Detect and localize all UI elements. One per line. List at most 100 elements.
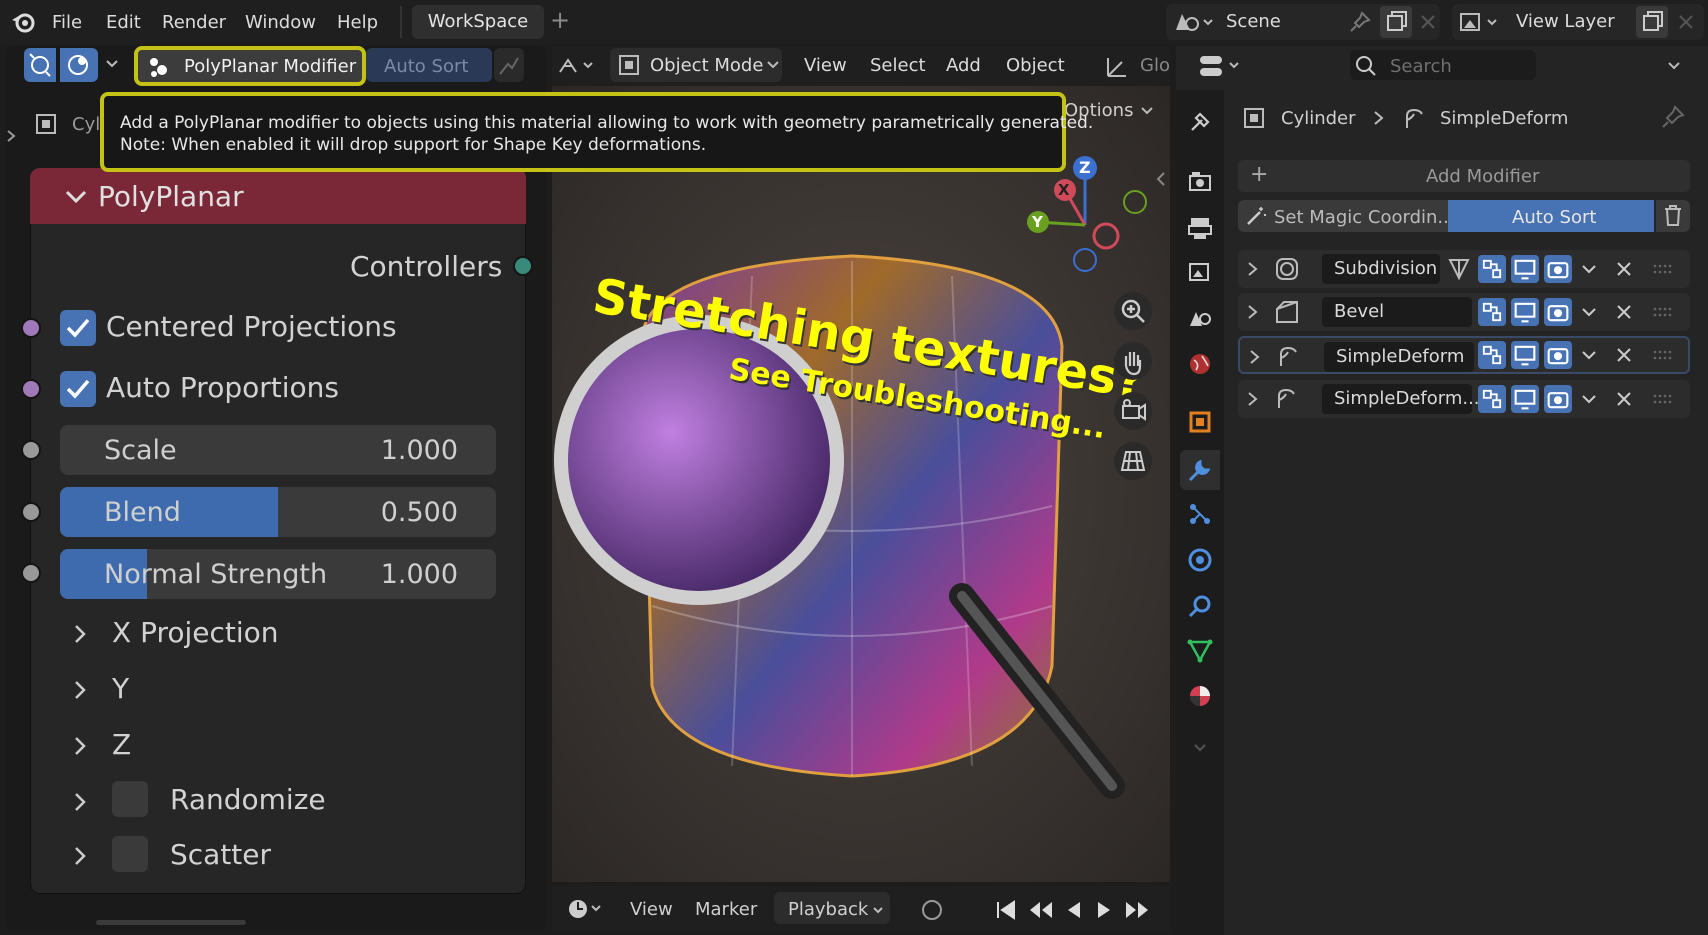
- scale-field[interactable]: Scale 1.000: [60, 425, 496, 475]
- scatter-checkbox[interactable]: [112, 836, 148, 872]
- edit-mode-icon[interactable]: [1478, 255, 1506, 283]
- grid-perspective-icon[interactable]: [1114, 442, 1152, 480]
- normal-strength-socket[interactable]: [21, 563, 41, 583]
- x-projection-panel[interactable]: X Projection: [112, 616, 279, 649]
- add-workspace-button[interactable]: +: [550, 6, 570, 34]
- blend-slider[interactable]: Blend 0.500: [60, 487, 496, 537]
- view-layer-tab-icon[interactable]: [1186, 258, 1214, 286]
- viewport-display-icon[interactable]: [1511, 385, 1539, 413]
- viewport-menu-object[interactable]: Object: [1006, 55, 1065, 76]
- centered-projections-checkbox[interactable]: [60, 310, 96, 346]
- sidebar-toggle-icon[interactable]: [4, 128, 18, 144]
- modifier-tab-active[interactable]: [1180, 450, 1220, 490]
- new-scene-button[interactable]: [1380, 6, 1412, 38]
- constraints-tab-icon[interactable]: [1186, 592, 1214, 620]
- pin-icon[interactable]: [1348, 10, 1372, 34]
- particles-tab-icon[interactable]: [1186, 500, 1214, 528]
- more-tabs-chevron-icon[interactable]: [1192, 740, 1208, 756]
- drag-handle-icon[interactable]: [1652, 305, 1674, 319]
- z-projection-expand-icon[interactable]: [70, 734, 90, 758]
- x-projection-expand-icon[interactable]: [70, 622, 90, 646]
- viewport-editor-type-icon[interactable]: [556, 52, 598, 80]
- transform-orientation-icon[interactable]: [1104, 54, 1130, 80]
- physics-tab-icon[interactable]: [1186, 546, 1214, 574]
- zoom-icon[interactable]: [1114, 292, 1152, 330]
- viewport-menu-select[interactable]: Select: [870, 55, 926, 76]
- view-layer-name[interactable]: View Layer: [1516, 11, 1615, 32]
- pan-hand-icon[interactable]: [1114, 342, 1152, 380]
- remove-modifier-close-icon[interactable]: [1614, 259, 1634, 279]
- modifier-menu-chevron-icon[interactable]: [1580, 390, 1598, 408]
- modifier-name-bevel[interactable]: Bevel: [1322, 297, 1472, 327]
- remove-modifier-close-icon[interactable]: [1614, 302, 1634, 322]
- viewport-display-icon[interactable]: [1511, 255, 1539, 283]
- drag-handle-icon[interactable]: [1652, 348, 1674, 362]
- auto-proportions-checkbox[interactable]: [60, 371, 96, 407]
- menu-window[interactable]: Window: [245, 12, 316, 33]
- record-icon[interactable]: [920, 898, 944, 922]
- menu-help[interactable]: Help: [337, 12, 378, 33]
- world-tab-icon[interactable]: [1186, 350, 1214, 378]
- auto-proportions-socket[interactable]: [21, 379, 41, 399]
- chevron-down-icon[interactable]: [104, 56, 120, 72]
- collapse-chevron-icon[interactable]: [64, 186, 88, 206]
- edit-mode-icon[interactable]: [1478, 298, 1506, 326]
- edit-mode-icon[interactable]: [1478, 385, 1506, 413]
- close-scene-icon[interactable]: [1416, 10, 1440, 34]
- pin-icon[interactable]: [1660, 104, 1686, 130]
- render-camera-icon[interactable]: [1544, 255, 1572, 283]
- menu-edit[interactable]: Edit: [106, 12, 141, 33]
- scene-name[interactable]: Scene: [1226, 11, 1281, 32]
- trash-icon[interactable]: [1656, 200, 1690, 232]
- controllers-output-socket[interactable]: [513, 256, 533, 276]
- drag-handle-icon[interactable]: [1652, 262, 1674, 276]
- modifier-name-simpledeform[interactable]: SimpleDeform: [1324, 342, 1474, 372]
- scatter-expand-icon[interactable]: [70, 844, 90, 868]
- blender-logo-icon[interactable]: [10, 10, 36, 34]
- y-projection-panel[interactable]: Y: [112, 672, 129, 705]
- tab-workspace[interactable]: WorkSpace: [412, 5, 544, 39]
- scale-socket[interactable]: [21, 440, 41, 460]
- timeline-editor-type-icon[interactable]: [566, 896, 606, 922]
- remove-modifier-close-icon[interactable]: [1614, 345, 1634, 365]
- output-tab-icon[interactable]: [1186, 214, 1214, 242]
- edit-mode-icon[interactable]: [1478, 341, 1506, 369]
- close-view-layer-icon[interactable]: [1674, 10, 1698, 34]
- horizontal-scrollbar[interactable]: [96, 920, 246, 925]
- transform-orientation-label[interactable]: Glo: [1140, 55, 1170, 76]
- viewport-menu-add[interactable]: Add: [946, 55, 981, 76]
- modifier-menu-chevron-icon[interactable]: [1580, 260, 1598, 278]
- render-tab-icon[interactable]: [1186, 168, 1214, 196]
- playback-controls[interactable]: [990, 896, 1166, 924]
- object-tab-icon[interactable]: [1186, 408, 1214, 436]
- render-camera-icon[interactable]: [1544, 385, 1572, 413]
- menu-file[interactable]: File: [52, 12, 82, 33]
- y-projection-expand-icon[interactable]: [70, 678, 90, 702]
- material-tab-icon[interactable]: [1186, 682, 1214, 710]
- timeline-menu-view[interactable]: View: [630, 899, 673, 920]
- chevron-down-icon[interactable]: [1666, 58, 1682, 74]
- camera-icon[interactable]: [1114, 392, 1152, 430]
- render-camera-icon[interactable]: [1544, 341, 1572, 369]
- menu-render[interactable]: Render: [162, 12, 226, 33]
- drag-handle-icon[interactable]: [1652, 392, 1674, 406]
- viewport-display-icon[interactable]: [1511, 341, 1539, 369]
- render-camera-icon[interactable]: [1544, 298, 1572, 326]
- z-projection-panel[interactable]: Z: [112, 728, 131, 761]
- scene-tab-icon[interactable]: [1186, 304, 1214, 332]
- blend-socket[interactable]: [21, 502, 41, 522]
- new-view-layer-button[interactable]: [1636, 6, 1668, 38]
- modifier-menu-chevron-icon[interactable]: [1580, 303, 1598, 321]
- modifier-name-subdivision[interactable]: Subdivision: [1322, 254, 1440, 284]
- remove-modifier-close-icon[interactable]: [1614, 389, 1634, 409]
- tool-tab-icon[interactable]: [1186, 108, 1214, 136]
- modifier-name-simpledeform-2[interactable]: SimpleDeform....: [1322, 384, 1485, 414]
- sidebar-collapse-icon[interactable]: [1154, 170, 1168, 188]
- centered-projections-socket[interactable]: [21, 318, 41, 338]
- viewport-menu-view[interactable]: View: [804, 55, 847, 76]
- data-tab-icon[interactable]: [1186, 636, 1214, 664]
- editor-type-button[interactable]: [24, 48, 56, 82]
- viewport-display-icon[interactable]: [1511, 298, 1539, 326]
- sort-graph-icon[interactable]: [494, 48, 524, 82]
- normal-strength-slider[interactable]: Normal Strength 1.000: [60, 549, 496, 599]
